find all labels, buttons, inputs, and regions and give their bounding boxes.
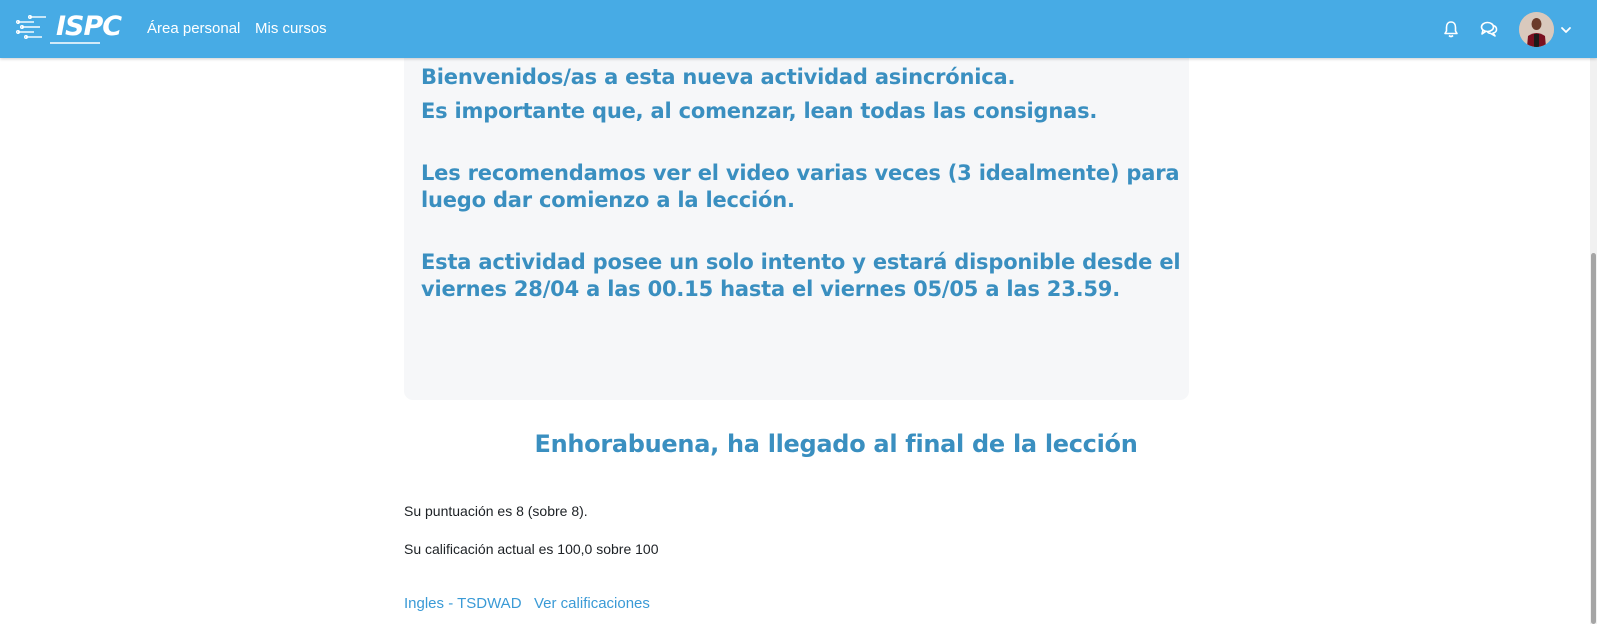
- logo-text: ISPC: [56, 11, 122, 42]
- lesson-complete-heading: Enhorabuena, ha llegado al final de la l…: [534, 430, 1138, 458]
- nav-link-area-personal[interactable]: Área personal: [147, 19, 240, 39]
- user-photo-icon: [1519, 12, 1554, 47]
- chat-bubbles-icon[interactable]: [1478, 18, 1500, 40]
- view-grades-link[interactable]: Ver calificaciones: [534, 594, 650, 614]
- course-link[interactable]: Ingles - TSDWAD: [404, 594, 522, 614]
- page-scrollbar-thumb[interactable]: [1591, 253, 1596, 624]
- lesson-video-recommendation: Les recomendamos ver el video varias vec…: [421, 161, 1180, 212]
- top-navbar: ISPC Área personal Mis cursos: [0, 0, 1597, 58]
- bell-icon[interactable]: [1440, 18, 1462, 40]
- nav-link-mis-cursos[interactable]: Mis cursos: [255, 19, 327, 39]
- score-text: Su puntuación es 8 (sobre 8).: [404, 503, 588, 519]
- user-avatar[interactable]: [1519, 12, 1554, 47]
- lesson-welcome-line: Bienvenidos/as a esta nueva actividad as…: [421, 65, 1016, 89]
- chevron-down-icon[interactable]: [1560, 24, 1572, 36]
- grade-text: Su calificación actual es 100,0 sobre 10…: [404, 541, 659, 557]
- lesson-availability-note: Esta actividad posee un solo intento y e…: [421, 250, 1181, 301]
- lesson-instructions-line: Es importante que, al comenzar, lean tod…: [421, 99, 1098, 123]
- site-logo[interactable]: ISPC: [16, 10, 122, 46]
